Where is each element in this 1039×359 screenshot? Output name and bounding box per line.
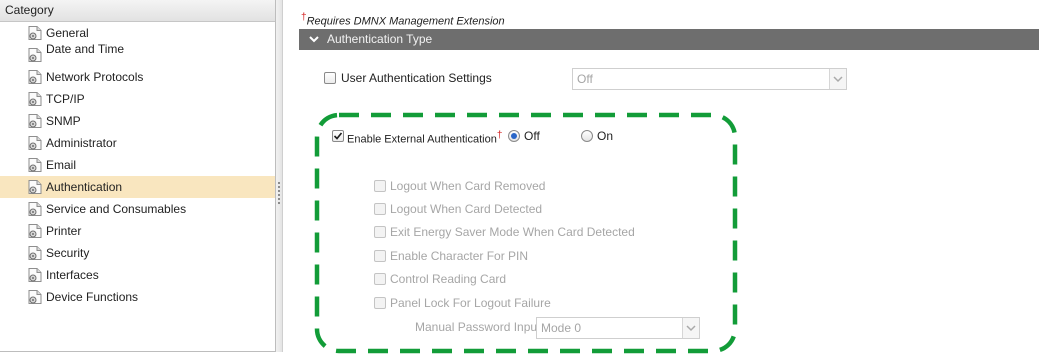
sidebar-item-label: Email	[46, 158, 77, 172]
sidebar-item-label: TCP/IP	[46, 92, 85, 106]
sidebar-item-service-and-consumables[interactable]: Service and Consumables	[0, 198, 275, 220]
enable-character-pin-checkbox[interactable]	[374, 250, 386, 262]
document-icon	[28, 48, 42, 62]
external-auth-label-text: Enable External Authentication	[347, 133, 497, 146]
dropdown-arrow-icon[interactable]	[682, 318, 699, 338]
splitter-grip-icon[interactable]	[278, 182, 280, 204]
control-reading-card-checkbox[interactable]	[374, 273, 386, 285]
sidebar-item-label: Service and Consumables	[46, 202, 187, 216]
sidebar-item-label: Date and Time	[46, 42, 125, 56]
document-icon	[28, 158, 42, 172]
panel-splitter[interactable]	[276, 0, 283, 352]
sidebar-item-date-and-time[interactable]: Date and Time	[0, 42, 275, 66]
sidebar-item-tcp-ip[interactable]: TCP/IP	[0, 88, 275, 110]
category-panel: Category General Date and Time Network Pro…	[0, 0, 276, 352]
document-icon	[28, 202, 42, 216]
exit-energy-saver-label: Exit Energy Saver Mode When Card Detecte…	[390, 225, 635, 239]
sidebar-item-label: Network Protocols	[46, 70, 144, 84]
document-icon	[28, 136, 42, 150]
sidebar-item-network-protocols[interactable]: Network Protocols	[0, 66, 275, 88]
dropdown-arrow-icon[interactable]	[829, 69, 846, 89]
user-auth-select[interactable]: Off	[572, 68, 847, 90]
sidebar-item-label: Authentication	[46, 180, 123, 194]
sidebar-item-label: Interfaces	[46, 268, 99, 282]
sidebar-item-label: Administrator	[46, 136, 117, 150]
sidebar-item-device-functions[interactable]: Device Functions	[0, 286, 275, 308]
external-auth-checkbox[interactable]	[332, 130, 344, 142]
external-auth-label: Enable External Authentication†	[347, 130, 502, 146]
sidebar-item-general[interactable]: General	[0, 22, 275, 44]
enable-character-pin-label: Enable Character For PIN	[390, 249, 529, 263]
logout-card-detected-label: Logout When Card Detected	[390, 202, 543, 216]
sidebar-item-authentication[interactable]: Authentication	[0, 176, 275, 198]
document-icon	[28, 268, 42, 282]
required-marker: †	[496, 130, 503, 141]
document-icon	[28, 180, 42, 194]
document-icon	[28, 224, 42, 238]
logout-card-detected-checkbox[interactable]	[374, 203, 386, 215]
chevron-down-icon[interactable]	[307, 29, 321, 50]
user-auth-label: User Authentication Settings	[341, 71, 492, 85]
category-header: Category	[0, 0, 275, 22]
document-icon	[28, 70, 42, 84]
radio-off-label: Off	[524, 129, 540, 143]
sidebar-item-printer[interactable]: Printer	[0, 220, 275, 242]
requirement-note-text: Requires DMNX Management Extension	[306, 15, 505, 28]
document-icon	[28, 114, 42, 128]
category-list: General Date and Time Network Protocols TCP…	[0, 22, 275, 308]
sidebar-item-snmp[interactable]: SNMP	[0, 110, 275, 132]
manual-password-select[interactable]: Mode 0	[536, 317, 700, 339]
radio-selected-dot	[511, 133, 517, 139]
sidebar-item-administrator[interactable]: Administrator	[0, 132, 275, 154]
user-auth-checkbox[interactable]	[324, 72, 336, 84]
sidebar-item-label: Device Functions	[46, 290, 139, 304]
control-reading-card-label: Control Reading Card	[390, 272, 507, 286]
sidebar-item-label: SNMP	[46, 114, 81, 128]
logout-card-removed-checkbox[interactable]	[374, 180, 386, 192]
sidebar-item-label: Printer	[46, 224, 82, 238]
checkmark-icon	[333, 132, 343, 140]
document-icon	[28, 246, 42, 260]
user-auth-select-value: Off	[577, 72, 593, 86]
sidebar-item-label: Security	[46, 246, 90, 260]
sidebar-item-security[interactable]: Security	[0, 242, 275, 264]
radio-on-label: On	[597, 129, 614, 143]
requirement-note: †Requires DMNX Management Extension	[301, 12, 505, 28]
sidebar-item-email[interactable]: Email	[0, 154, 275, 176]
section-header-authentication-type[interactable]: Authentication Type	[299, 29, 1039, 50]
document-icon	[28, 92, 42, 106]
document-icon	[28, 26, 42, 40]
panel-lock-checkbox[interactable]	[374, 297, 386, 309]
external-auth-radio-on[interactable]	[581, 130, 593, 142]
section-title: Authentication Type	[327, 32, 433, 46]
sidebar-item-interfaces[interactable]: Interfaces	[0, 264, 275, 286]
manual-password-select-value: Mode 0	[541, 321, 582, 335]
document-icon	[28, 290, 42, 304]
external-auth-radio-off[interactable]	[508, 130, 520, 142]
panel-lock-label: Panel Lock For Logout Failure	[390, 296, 551, 310]
manual-password-label: Manual Password Input :	[415, 320, 548, 334]
logout-card-removed-label: Logout When Card Removed	[390, 179, 546, 193]
exit-energy-saver-checkbox[interactable]	[374, 226, 386, 238]
